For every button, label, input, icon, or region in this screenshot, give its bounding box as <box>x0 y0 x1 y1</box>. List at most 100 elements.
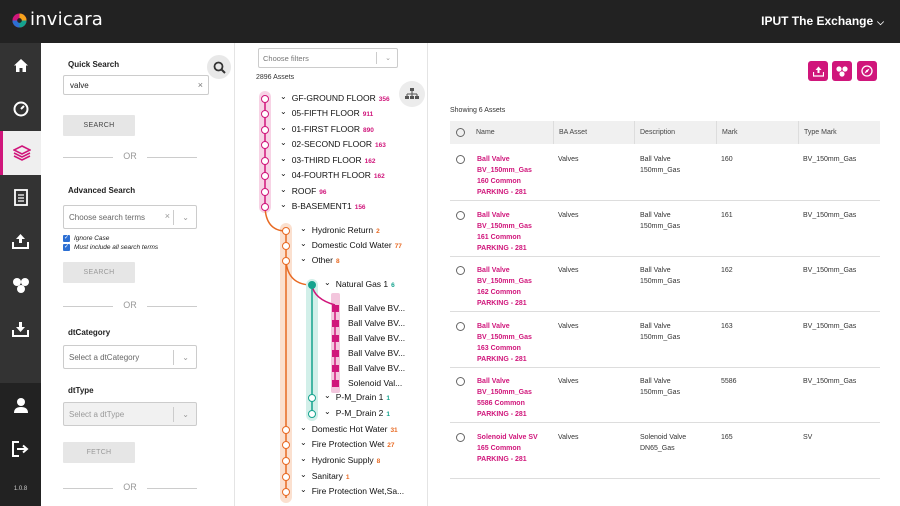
tree-system-item[interactable]: ⌄ Fire Protection Wet 27 <box>300 438 395 449</box>
tree-node-dot[interactable] <box>261 188 269 196</box>
row-select-radio[interactable] <box>456 377 465 386</box>
tree-node-dot[interactable] <box>308 394 316 402</box>
nav-home[interactable] <box>0 43 41 87</box>
tree-node-dot[interactable] <box>282 488 290 496</box>
tree-drain-item[interactable]: ⌄ P-M_Drain 11 <box>324 391 390 402</box>
tree-node-dot[interactable] <box>282 457 290 465</box>
tree-node-dot[interactable] <box>261 95 269 103</box>
nav-download[interactable] <box>0 307 41 351</box>
fetch-button[interactable]: FETCH <box>63 442 135 463</box>
dtcategory-select[interactable]: Select a dtCategory ⌄ <box>63 345 197 369</box>
table-row[interactable]: Ball Valve BV_150mm_Gas 160 Common PARKI… <box>450 146 880 201</box>
row-name-link[interactable]: Ball Valve BV_150mm_Gas 160 Common PARKI… <box>477 154 532 198</box>
search-toggle-button[interactable] <box>207 55 231 79</box>
chevron-down-icon[interactable]: ⌄ <box>300 254 307 263</box>
tree-node-dot[interactable] <box>261 172 269 180</box>
chevron-down-icon[interactable]: ⌄ <box>280 154 287 163</box>
tree-node-dot[interactable] <box>308 281 316 289</box>
row-name-link[interactable]: Ball Valve BV_150mm_Gas 161 Common PARKI… <box>477 210 532 254</box>
col-description[interactable]: Description <box>634 121 675 144</box>
chevron-down-icon[interactable]: ⌄ <box>300 438 307 447</box>
tree-system-item[interactable]: ⌄ Domestic Cold Water 77 <box>300 239 402 250</box>
tree-floor-item[interactable]: ⌄ 03-THIRD FLOOR 162 <box>280 154 375 165</box>
tree-system-item[interactable]: ⌄ Fire Protection Wet,Sa... <box>300 485 404 496</box>
tree-leaf-marker[interactable] <box>332 365 339 372</box>
tree-node-dot[interactable] <box>261 110 269 118</box>
nav-logout[interactable] <box>0 427 41 471</box>
tree-leaf-marker[interactable] <box>332 335 339 342</box>
nav-user[interactable] <box>0 383 41 427</box>
tree-asset-item[interactable]: Solenoid Val... <box>348 378 402 388</box>
row-name-link[interactable]: Ball Valve BV_150mm_Gas 163 Common PARKI… <box>477 321 532 365</box>
tree-system-item[interactable]: ⌄ Domestic Hot Water 31 <box>300 423 398 434</box>
chevron-down-icon[interactable]: ⌄ <box>324 391 331 400</box>
tree-gas-item[interactable]: ⌄ Natural Gas 16 <box>324 278 395 289</box>
clear-icon[interactable]: × <box>198 80 203 90</box>
ignore-case-checkbox[interactable]: ✓ Ignore Case <box>63 235 109 242</box>
tree-node-dot[interactable] <box>282 242 290 250</box>
tree-node-dot[interactable] <box>261 157 269 165</box>
tree-node-dot[interactable] <box>261 203 269 211</box>
tree-drain-item[interactable]: ⌄ P-M_Drain 21 <box>324 407 390 418</box>
tree-node-dot[interactable] <box>282 227 290 235</box>
export-button[interactable] <box>808 61 828 81</box>
row-select-radio[interactable] <box>456 432 465 442</box>
select-all-radio[interactable] <box>456 128 465 137</box>
must-include-checkbox[interactable]: ✓ Must include all search terms <box>63 244 158 251</box>
tree-leaf-marker[interactable] <box>332 320 339 327</box>
chevron-down-icon[interactable]: ⌄ <box>280 92 287 101</box>
row-name-link[interactable]: Solenoid Valve SV 165 Common PARKING - 2… <box>477 432 538 465</box>
advanced-search-button[interactable]: SEARCH <box>63 262 135 283</box>
tree-floor-item[interactable]: ⌄ 05-FIFTH FLOOR 911 <box>280 107 373 118</box>
clear-icon[interactable]: × <box>165 211 170 221</box>
chevron-down-icon[interactable]: ⌄ <box>280 123 287 132</box>
quick-search-input[interactable]: valve × <box>63 75 209 95</box>
tree-leaf-marker[interactable] <box>332 305 339 312</box>
table-row[interactable]: Ball Valve BV_150mm_Gas 5586 Common PARK… <box>450 368 880 423</box>
tree-asset-item[interactable]: Ball Valve BV... <box>348 363 405 373</box>
tree-system-item[interactable]: ⌄ Hydronic Supply 8 <box>300 454 380 465</box>
chevron-down-icon[interactable]: ⌄ <box>280 107 287 116</box>
tree-floor-item[interactable]: ⌄ GF-GROUND FLOOR 356 <box>280 92 390 103</box>
nav-dashboard[interactable] <box>0 87 41 131</box>
search-terms-select[interactable]: Choose search terms × ⌄ <box>63 205 197 229</box>
share-results-button[interactable] <box>832 61 852 81</box>
col-type-mark[interactable]: Type Mark <box>798 121 837 144</box>
row-select-radio[interactable] <box>456 321 465 331</box>
tree-floor-item[interactable]: ⌄ B-BASEMENT1 156 <box>280 200 366 211</box>
table-row[interactable]: Ball Valve BV_150mm_Gas 163 Common PARKI… <box>450 313 880 368</box>
tree-system-item[interactable]: ⌄ Hydronic Return 2 <box>300 224 380 235</box>
tree-floor-item[interactable]: ⌄ 04-FOURTH FLOOR 162 <box>280 169 385 180</box>
chevron-down-icon[interactable]: ⌄ <box>300 224 307 233</box>
row-name-link[interactable]: Ball Valve BV_150mm_Gas 5586 Common PARK… <box>477 376 532 420</box>
tree-system-item[interactable]: ⌄ Sanitary 1 <box>300 470 350 481</box>
nav-share[interactable] <box>0 263 41 307</box>
tree-asset-item[interactable]: Ball Valve BV... <box>348 318 405 328</box>
chevron-down-icon[interactable]: ⌄ <box>280 185 287 194</box>
chevron-down-icon[interactable]: ⌄ <box>300 485 307 494</box>
table-row[interactable]: Ball Valve BV_150mm_Gas 161 Common PARKI… <box>450 202 880 257</box>
nav-documents[interactable] <box>0 175 41 219</box>
tree-asset-item[interactable]: Ball Valve BV... <box>348 348 405 358</box>
tree-leaf-marker[interactable] <box>332 350 339 357</box>
chevron-down-icon[interactable]: ⌄ <box>280 200 287 209</box>
tree-node-dot[interactable] <box>282 441 290 449</box>
chevron-down-icon[interactable]: ⌄ <box>300 239 307 248</box>
row-select-radio[interactable] <box>456 155 465 164</box>
tree-node-dot[interactable] <box>282 473 290 481</box>
chevron-down-icon[interactable]: ⌄ <box>300 470 307 479</box>
tree-floor-item[interactable]: ⌄ ROOF 96 <box>280 185 327 196</box>
chevron-down-icon[interactable]: ⌄ <box>300 423 307 432</box>
col-name[interactable]: Name <box>471 121 495 144</box>
chevron-down-icon[interactable]: ⌄ <box>324 278 331 287</box>
table-row[interactable]: Ball Valve BV_150mm_Gas 162 Common PARKI… <box>450 257 880 312</box>
tree-floor-item[interactable]: ⌄ 01-FIRST FLOOR 890 <box>280 123 374 134</box>
dttype-select[interactable]: Select a dtType ⌄ <box>63 402 197 426</box>
table-row[interactable]: Solenoid Valve SV 165 Common PARKING - 2… <box>450 424 880 479</box>
nav-layers[interactable] <box>0 131 41 175</box>
tree-system-item[interactable]: ⌄ Other 8 <box>300 254 340 265</box>
tree-node-dot[interactable] <box>282 257 290 265</box>
tree-asset-item[interactable]: Ball Valve BV... <box>348 303 405 313</box>
project-selector[interactable]: IPUT The Exchange ⌵ <box>761 14 884 28</box>
row-select-radio[interactable] <box>456 266 465 275</box>
